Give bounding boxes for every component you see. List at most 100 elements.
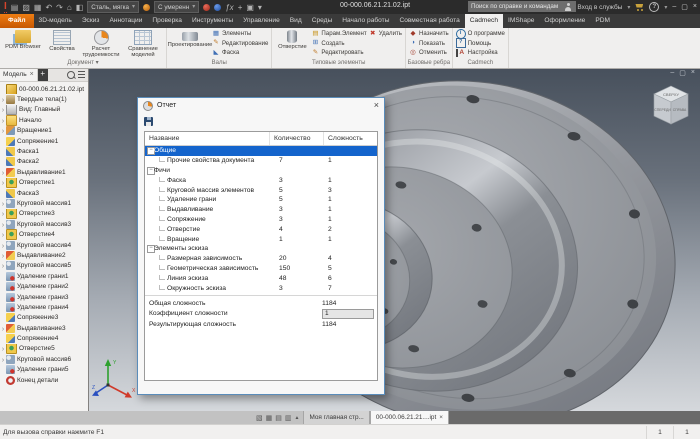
ribbon-tab[interactable]: Аннотации: [104, 14, 147, 28]
ribbon-tab[interactable]: 3D-модель: [34, 14, 77, 28]
split-vertical-icon[interactable]: ▥: [285, 414, 292, 422]
shaft-design-button[interactable]: Проектирование: [170, 29, 210, 48]
appearance-sphere-icon[interactable]: [143, 4, 150, 11]
chevron-down-icon[interactable]: ▾: [664, 4, 667, 11]
create-button[interactable]: ⊞ Создать: [311, 39, 366, 49]
pdm-browser-button[interactable]: PDM Browser: [3, 29, 43, 50]
tree-item[interactable]: › Отверстие5: [0, 344, 88, 354]
tree-item[interactable]: Сопряжение3: [0, 313, 88, 323]
report-row[interactable]: Круговой массив элементов 5 3: [145, 185, 377, 195]
tree-item[interactable]: › Круговой массив6: [0, 354, 88, 364]
show-button[interactable]: ◑ Показать: [409, 39, 449, 49]
ribbon-tab[interactable]: Инструменты: [187, 14, 238, 28]
tree-item[interactable]: Удаление грани3: [0, 292, 88, 302]
split-horizontal-icon[interactable]: ▤: [275, 414, 282, 422]
report-row[interactable]: Окружность эскиза 3 7: [145, 283, 377, 293]
row-expand-toggle[interactable]: [145, 244, 154, 253]
labor-calc-button[interactable]: Расчет трудоемкости: [81, 29, 121, 58]
tree-item[interactable]: › Круговой массив1: [0, 198, 88, 208]
report-row[interactable]: Линия эскиза 48 6: [145, 273, 377, 283]
tree-item[interactable]: › Выдавливание2: [0, 250, 88, 260]
tree-item[interactable]: › Круговой массив4: [0, 240, 88, 250]
report-row[interactable]: Элементы эскиза: [145, 244, 377, 254]
active-document-tab[interactable]: 00-000.06.21.21....ipt ×: [370, 411, 449, 424]
doc-restore-button[interactable]: ▢: [679, 69, 686, 77]
tree-item[interactable]: Удаление грани5: [0, 365, 88, 375]
tree-item[interactable]: › Отверстие4: [0, 229, 88, 239]
shaft-chamfer-button[interactable]: ◣ Фаска: [212, 48, 268, 58]
ribbon-tab[interactable]: Эскиз: [77, 14, 105, 28]
ribbon-tab[interactable]: Начало работы: [337, 14, 394, 28]
group-label[interactable]: Документ ▾: [0, 59, 166, 68]
tile-windows-icon[interactable]: ▦: [266, 414, 273, 422]
report-row[interactable]: Фаска 3 1: [145, 175, 377, 185]
tree-item[interactable]: Сопряжение4: [0, 333, 88, 343]
help-button[interactable]: ? Помощь: [456, 39, 505, 49]
undo-icon[interactable]: ↶: [45, 3, 52, 12]
blue-sphere-icon[interactable]: [214, 4, 221, 11]
minimize-button[interactable]: –: [672, 3, 677, 11]
ribbon-tab[interactable]: Управление: [238, 14, 285, 28]
tree-item[interactable]: › Вид: Главный: [0, 105, 88, 115]
tree-item[interactable]: Фаска3: [0, 188, 88, 198]
image-icon[interactable]: ▣: [246, 3, 254, 12]
ribbon-tab[interactable]: IMShape: [503, 14, 539, 28]
about-button[interactable]: i О программе: [456, 29, 505, 39]
ribbon-tab[interactable]: Cadmech: [465, 14, 503, 28]
ribbon-tab[interactable]: Вид: [285, 14, 307, 28]
redo-icon[interactable]: ↷: [56, 3, 63, 12]
tree-item[interactable]: Удаление грани1: [0, 271, 88, 281]
material-dropdown[interactable]: Сталь, мягка ▾: [87, 1, 139, 13]
doc-minimize-button[interactable]: –: [670, 69, 674, 77]
tree-item[interactable]: › Выдавливание3: [0, 323, 88, 333]
report-row[interactable]: Фичи: [145, 166, 377, 176]
view-cube[interactable]: СВЕРХУ СПЕРЕДИ СПРАВА: [648, 83, 694, 133]
report-row[interactable]: Отверстие 4 2: [145, 224, 377, 234]
row-expand-toggle[interactable]: [145, 166, 154, 175]
render-icon[interactable]: ◧: [76, 3, 84, 12]
home-document-tab[interactable]: Моя главная стр...: [303, 411, 369, 424]
plus-icon[interactable]: +: [238, 3, 243, 12]
open-file-icon[interactable]: ▨: [22, 3, 30, 12]
report-row[interactable]: Выдавливание 3 1: [145, 205, 377, 215]
tree-item[interactable]: › Круговой массив5: [0, 261, 88, 271]
tree-item[interactable]: Фаска2: [0, 157, 88, 167]
tree-item[interactable]: Удаление грани2: [0, 281, 88, 291]
tree-item[interactable]: Фаска1: [0, 146, 88, 156]
ribbon-tab[interactable]: Оформление: [539, 14, 590, 28]
coefficient-input[interactable]: [322, 309, 374, 319]
red-sphere-icon[interactable]: [203, 4, 210, 11]
home-icon[interactable]: ⌂: [67, 3, 72, 12]
ribbon-tab[interactable]: Среды: [307, 14, 338, 28]
model-compare-button[interactable]: Сравнение моделей: [123, 29, 163, 58]
column-name[interactable]: Название: [145, 132, 270, 145]
menu-icon[interactable]: [78, 71, 85, 78]
browser-tab-model[interactable]: Модель ×: [0, 68, 38, 81]
ribbon-tab[interactable]: Проверка: [147, 14, 187, 28]
report-row[interactable]: Геометрическая зависимость 150 5: [145, 264, 377, 274]
tree-item[interactable]: › Отверстие3: [0, 209, 88, 219]
cancel-button[interactable]: ◎ Отменить: [409, 48, 449, 58]
tree-item[interactable]: Сопряжение1: [0, 136, 88, 146]
report-row[interactable]: Удаление грани 5 1: [145, 195, 377, 205]
report-row[interactable]: Вращение 1 1: [145, 234, 377, 244]
shaft-edit-button[interactable]: ✎ Редактирование: [212, 39, 268, 49]
report-row[interactable]: Общие: [145, 146, 377, 156]
report-row[interactable]: Размерная зависимость 20 4: [145, 254, 377, 264]
add-panel-button[interactable]: +: [38, 68, 48, 81]
dialog-title-bar[interactable]: Отчет ×: [138, 98, 384, 113]
collapse-arrow-icon[interactable]: ▲: [295, 415, 300, 421]
tree-item[interactable]: › Круговой массив3: [0, 219, 88, 229]
tree-item[interactable]: Удаление грани4: [0, 302, 88, 312]
ribbon-tab[interactable]: Совместная работа: [394, 14, 464, 28]
tree-item[interactable]: 00-000.06.21.21.02.ipt: [0, 84, 88, 94]
chevron-down-icon[interactable]: ▾: [258, 3, 262, 12]
tree-item[interactable]: › Вращение1: [0, 126, 88, 136]
search-input[interactable]: Поиск по справке и командам: [468, 1, 576, 12]
param-element-button[interactable]: ▤ Парам.Элемент: [311, 29, 366, 39]
delete-button[interactable]: ✖ Удалить: [369, 29, 402, 39]
help-icon[interactable]: ?: [649, 2, 659, 12]
tree-item[interactable]: › Твердые тела(1): [0, 94, 88, 104]
chevron-down-icon[interactable]: ▾: [627, 4, 630, 11]
save-report-button[interactable]: [144, 117, 153, 126]
